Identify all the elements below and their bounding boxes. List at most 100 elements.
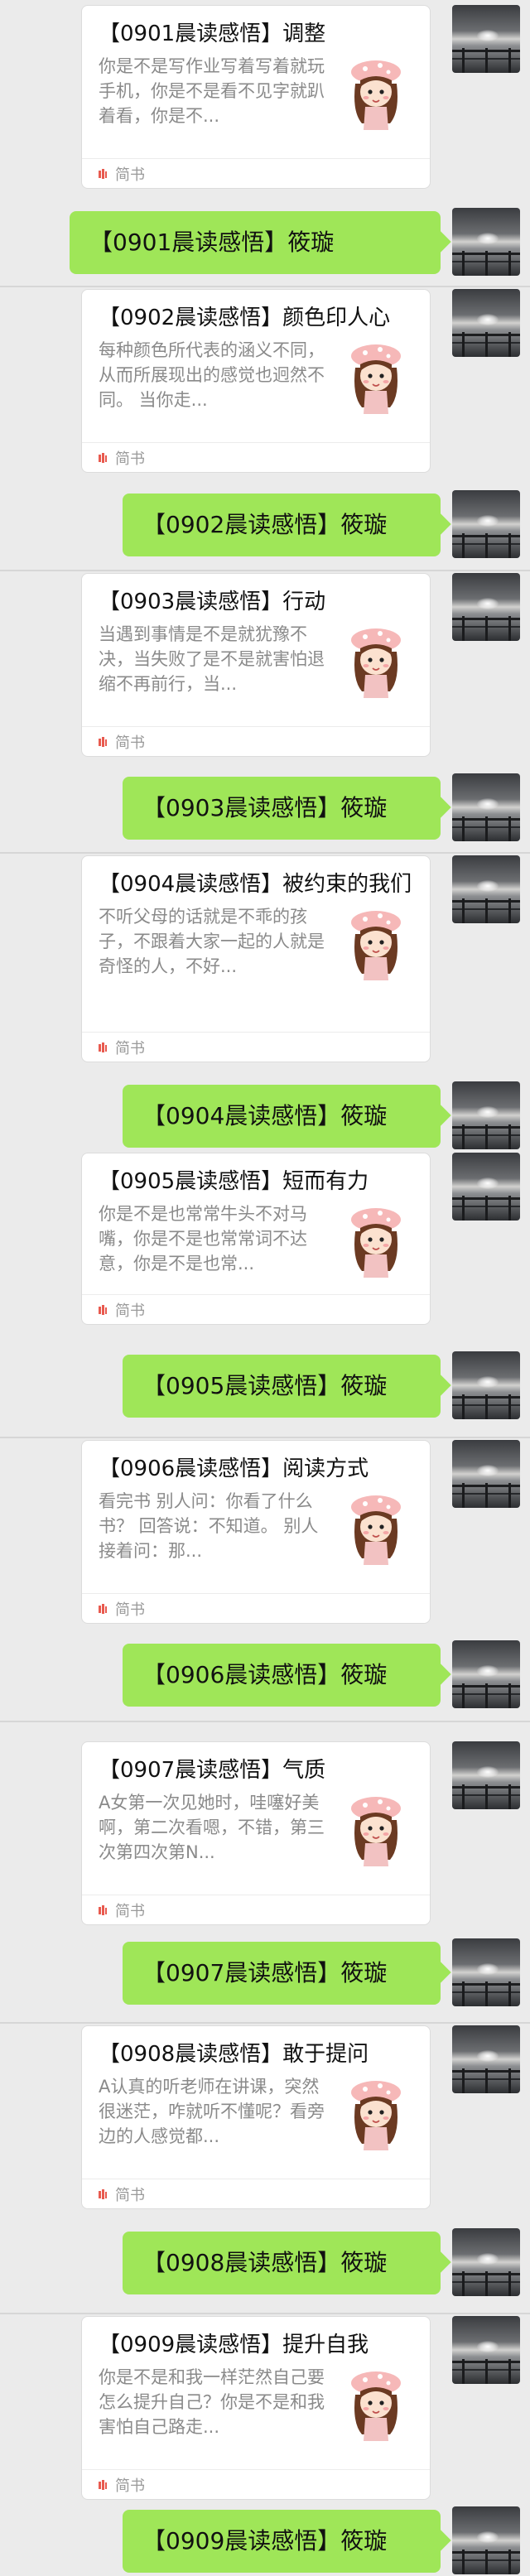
girl-illustration-thumbnail [351, 2371, 401, 2441]
article-source: 简书 [82, 1032, 430, 1062]
source-name: 简书 [115, 2186, 145, 2204]
jianshu-source-icon [99, 1904, 107, 1915]
source-name: 简书 [115, 734, 145, 752]
reply-bubble[interactable]: 【0901晨读感悟】筱璇 [70, 211, 441, 274]
avatar-railing-post [508, 898, 511, 923]
avatar-railing-post [462, 1981, 465, 2006]
avatar[interactable] [452, 1153, 520, 1221]
article-source: 简书 [82, 726, 430, 756]
avatar-sun [477, 2050, 499, 2062]
avatar[interactable] [452, 773, 520, 841]
article-title: 【0905晨读感悟】短而有力 [99, 1169, 369, 1194]
jianshu-icon-stroke [102, 452, 104, 463]
avatar-railing-post [462, 2068, 465, 2093]
avatar-railing-post [508, 1124, 511, 1149]
jianshu-icon-stroke [105, 455, 107, 462]
avatar-sun [477, 880, 499, 892]
article-title: 【0902晨读感悟】颜色印人心 [99, 306, 391, 330]
article-source: 简书 [82, 1593, 430, 1623]
article-preview: 看完书 别人问：你看了什么书？ 回答说：不知道。 别人接着问：那... [99, 1489, 417, 1565]
avatar[interactable] [452, 208, 520, 276]
reply-bubble[interactable]: 【0905晨读感悟】筱璇 [123, 1355, 441, 1418]
avatar-railing-post [508, 1196, 511, 1221]
reply-bubble[interactable]: 【0906晨读感悟】筱璇 [123, 1644, 441, 1707]
article-link-card[interactable]: 【0901晨读感悟】调整你是不是写作业写着写着就玩手机，你是不是看不见字就趴着看… [81, 5, 431, 189]
avatar-railing-post [485, 2359, 488, 2384]
avatar[interactable] [452, 573, 520, 641]
article-link-card[interactable]: 【0909晨读感悟】提升自我 你是不是和我一样茫然自己要怎么提升自己？你是不是和我… [81, 2316, 431, 2500]
reply-bubble[interactable]: 【0903晨读感悟】筱璇 [123, 777, 441, 840]
article-preview: 你是不是写作业写着写着就玩手机，你是不是看不见字就趴着看，你是不... [99, 54, 417, 130]
source-name: 简书 [115, 1601, 145, 1619]
avatar[interactable] [452, 1741, 520, 1809]
avatar-railing-post [485, 2550, 488, 2574]
article-link-card[interactable]: 【0908晨读感悟】敢于提问 A认真的听老师在讲课，突然很迷茫，咋就听不懂呢？看旁… [81, 2025, 431, 2209]
article-link-card[interactable]: 【0905晨读感悟】短而有力你是不是也常常牛头不对马嘴，你是不是也常常词不达意，… [81, 1153, 431, 1325]
avatar[interactable] [452, 490, 520, 558]
article-preview: 你是不是和我一样茫然自己要怎么提升自己？你是不是和我害怕自己路走... [99, 2365, 417, 2441]
avatar[interactable] [452, 289, 520, 357]
avatar[interactable] [452, 5, 520, 73]
girl-illustration-thumbnail [351, 911, 401, 980]
article-link-card[interactable]: 【0904晨读感悟】被约束的我们不听父母的话就是不乖的孩子，不跟着大家一起的人就… [81, 855, 431, 1062]
article-description: 你是不是和我一样茫然自己要怎么提升自己？你是不是和我害怕自己路走... [99, 2367, 325, 2437]
reply-bubble[interactable]: 【0909晨读感悟】筱璇 [123, 2510, 441, 2573]
reply-bubble[interactable]: 【0904晨读感悟】筱璇 [123, 1085, 441, 1148]
article-title: 【0901晨读感悟】调整 [99, 22, 326, 46]
avatar-railing-post [485, 898, 488, 923]
article-preview: A女第一次见她时，哇噻好美啊，第二次看嗯，不错，第三次第四次第N... [99, 1790, 417, 1866]
avatar[interactable] [452, 2506, 520, 2574]
avatar-sun [477, 314, 499, 325]
jianshu-icon-stroke [105, 1044, 107, 1052]
avatar[interactable] [452, 2316, 520, 2384]
message-divider [0, 2022, 530, 2024]
avatar-railing-post [485, 616, 488, 641]
avatar-railing-post [485, 48, 488, 73]
jianshu-icon-stroke [99, 170, 101, 178]
avatar[interactable] [452, 855, 520, 923]
avatar-railing-post [462, 898, 465, 923]
jianshu-icon-stroke [102, 2479, 104, 2490]
avatar-railing-post [485, 1196, 488, 1221]
avatar[interactable] [452, 1440, 520, 1508]
article-description: 不听父母的话就是不乖的孩子，不跟着大家一起的人就是奇怪的人，不好... [99, 907, 325, 976]
avatar[interactable] [452, 1081, 520, 1149]
article-link-card[interactable]: 【0902晨读感悟】颜色印人心 每种颜色所代表的涵义不同，从而所展现出的感觉也迥然… [81, 289, 431, 473]
jianshu-icon-stroke [105, 171, 107, 178]
article-preview: A认真的听老师在讲课，突然很迷茫，咋就听不懂呢？看旁边的人感觉都... [99, 2074, 417, 2150]
reply-bubble[interactable]: 【0908晨读感悟】筱璇 [123, 2232, 441, 2294]
avatar[interactable] [452, 2228, 520, 2296]
article-description: A女第一次见她时，哇噻好美啊，第二次看嗯，不错，第三次第四次第N... [99, 1793, 325, 1862]
avatar[interactable] [452, 2025, 520, 2093]
jianshu-source-icon [99, 168, 107, 179]
article-preview: 你是不是也常常牛头不对马嘴，你是不是也常常词不达意，你是不是也常... [99, 1201, 417, 1278]
article-link-card[interactable]: 【0906晨读感悟】阅读方式 看完书 别人问：你看了什么书？ 回答说：不知道。 别… [81, 1440, 431, 1624]
avatar-railing-post [462, 816, 465, 841]
avatar[interactable] [452, 1640, 520, 1708]
article-link-card[interactable]: 【0907晨读感悟】气质 A女第一次见她时，哇噻好美啊，第二次看嗯，不错，第三次第… [81, 1741, 431, 1925]
avatar-railing-post [508, 1784, 511, 1809]
message-divider [0, 1721, 530, 1722]
avatar-sun [477, 233, 499, 244]
reply-bubble[interactable]: 【0902晨读感悟】筱璇 [123, 494, 441, 556]
message-divider [0, 2313, 530, 2314]
avatar-railing-post [485, 1981, 488, 2006]
reply-bubble[interactable]: 【0907晨读感悟】筱璇 [123, 1942, 441, 2005]
avatar[interactable] [452, 1351, 520, 1419]
jianshu-icon-stroke [105, 2191, 107, 2198]
avatar[interactable] [452, 1938, 520, 2006]
article-title: 【0904晨读感悟】被约束的我们 [99, 872, 412, 897]
avatar-railing-post [462, 1124, 465, 1149]
avatar-railing-post [508, 332, 511, 357]
avatar-railing-post [485, 2068, 488, 2093]
avatar-railing-post [508, 1483, 511, 1508]
girl-illustration-thumbnail [351, 60, 401, 130]
girl-illustration-thumbnail [351, 628, 401, 698]
avatar-sun [477, 30, 499, 41]
jianshu-source-icon [99, 736, 107, 747]
article-source: 简书 [82, 2469, 430, 2499]
avatar-railing-post [462, 48, 465, 73]
avatar-railing-post [508, 1981, 511, 2006]
jianshu-icon-stroke [102, 736, 104, 747]
article-link-card[interactable]: 【0903晨读感悟】行动 当遇到事情是不是就犹豫不决，当失败了是不是就害怕退缩不再… [81, 573, 431, 757]
